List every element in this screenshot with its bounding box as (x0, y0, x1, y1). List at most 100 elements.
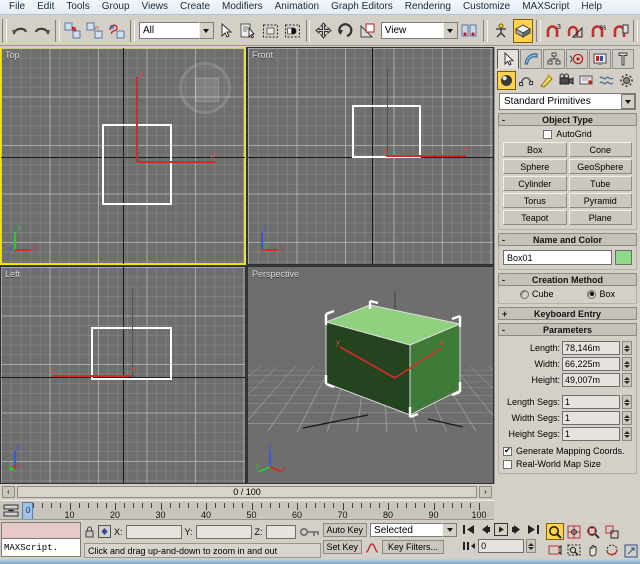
current-frame-input[interactable]: 0 (478, 539, 524, 553)
prev-frame-button[interactable]: ‹ (2, 486, 15, 498)
gizmo-y-axis[interactable] (136, 77, 138, 162)
gizmo-x-axis[interactable] (52, 375, 134, 377)
param-input-length-segs[interactable]: 1 (562, 395, 620, 409)
motion-tab[interactable] (566, 49, 588, 69)
menu-item-views[interactable]: Views (136, 0, 175, 14)
reference-coordinate-system[interactable]: View (381, 22, 443, 39)
lock-selection-icon[interactable] (84, 525, 95, 538)
viewport-perspective[interactable]: z y x Perspective (247, 266, 494, 484)
auto-key-button[interactable]: Auto Key (323, 523, 368, 537)
coord-z-input[interactable] (266, 525, 296, 539)
reference-coordinate-arrow[interactable] (443, 22, 458, 39)
cameras-icon[interactable] (557, 71, 576, 90)
radio-box[interactable] (587, 290, 596, 299)
viewcube-ghost-icon[interactable] (179, 62, 231, 114)
menu-item-help[interactable]: Help (575, 0, 608, 14)
object-button-sphere[interactable]: Sphere (503, 159, 567, 174)
object-button-cylinder[interactable]: Cylinder (503, 176, 567, 191)
gizmo-z-axis[interactable] (132, 289, 133, 377)
pan-icon[interactable] (584, 541, 602, 558)
autogrid-checkbox[interactable] (543, 130, 552, 139)
time-slider[interactable]: 0 (22, 502, 33, 520)
next-frame-button[interactable]: › (479, 486, 492, 498)
object-button-geosphere[interactable]: GeoSphere (569, 159, 633, 174)
snaps-toggle-3-icon[interactable]: 3 (544, 19, 564, 43)
selection-filter[interactable]: All (139, 22, 199, 39)
gizmo-z-axis[interactable] (387, 68, 388, 156)
zoom-extents-icon[interactable] (584, 523, 602, 540)
coord-y-input[interactable] (196, 525, 252, 539)
select-and-rotate-icon[interactable] (335, 19, 355, 43)
menu-item-graph-editors[interactable]: Graph Editors (325, 0, 399, 14)
select-and-manipulate-icon[interactable] (513, 19, 533, 43)
open-track-view-icon[interactable] (3, 504, 19, 518)
percent-snap-toggle-icon[interactable]: % (588, 19, 608, 43)
window-crossing-icon[interactable] (282, 19, 302, 43)
param-spinner-height[interactable] (622, 373, 632, 387)
gizmo-x-axis[interactable] (386, 155, 466, 157)
object-color-swatch[interactable] (615, 250, 632, 265)
param-input-height-segs[interactable]: 1 (562, 427, 620, 441)
viewport-front[interactable]: x y z Front z x y (247, 47, 494, 265)
zoom-all-icon[interactable] (565, 523, 583, 540)
undo-icon[interactable] (10, 19, 30, 43)
gizmo-x-axis[interactable] (137, 161, 215, 163)
lights-icon[interactable] (537, 71, 556, 90)
coord-x-input[interactable] (126, 525, 182, 539)
arc-rotate-icon[interactable] (603, 541, 621, 558)
rollout-parameters-header[interactable]: - Parameters (498, 323, 637, 336)
rollout-keyboard-entry-header[interactable]: + Keyboard Entry (498, 307, 637, 320)
param-input-length[interactable]: 78,146m (562, 341, 620, 355)
named-selection-sets-icon[interactable] (491, 19, 511, 43)
geometry-icon[interactable] (497, 71, 516, 90)
menu-item-customize[interactable]: Customize (457, 0, 516, 14)
frame-indicator[interactable]: 0 / 100 (17, 486, 477, 498)
zoom-icon[interactable] (546, 523, 564, 540)
create-tab[interactable] (497, 49, 519, 69)
rectangular-selection-region-icon[interactable] (260, 19, 280, 43)
menu-item-file[interactable]: File (3, 0, 31, 14)
generate-mapping-coords-checkbox[interactable]: ✔ (503, 447, 512, 456)
zoom-extents-all-icon[interactable] (603, 523, 621, 540)
menu-item-rendering[interactable]: Rendering (399, 0, 457, 14)
timeline-ruler[interactable]: 102030405060708090100 0 (0, 500, 494, 520)
category-dropdown-arrow[interactable] (621, 94, 635, 109)
helpers-icon[interactable] (577, 71, 596, 90)
select-and-scale-icon[interactable] (358, 19, 378, 43)
param-spinner-height-segs[interactable] (622, 427, 632, 441)
angle-snap-toggle-icon[interactable] (566, 19, 586, 43)
select-and-move-icon[interactable] (313, 19, 333, 43)
category-dropdown[interactable]: Standard Primitives (499, 93, 636, 110)
param-input-width[interactable]: 66,225m (562, 357, 620, 371)
rollout-name-and-color-header[interactable]: - Name and Color (498, 233, 637, 246)
utilities-tab[interactable] (612, 49, 634, 69)
modify-tab[interactable] (520, 49, 542, 69)
select-by-name-icon[interactable] (238, 19, 258, 43)
current-frame-spinner[interactable] (526, 539, 536, 553)
real-world-map-size-checkbox[interactable] (503, 460, 512, 469)
toolbar-grip[interactable] (2, 19, 7, 43)
zoom-region-icon[interactable] (565, 541, 583, 558)
shapes-icon[interactable] (517, 71, 536, 90)
hierarchy-tab[interactable] (543, 49, 565, 69)
use-pivot-point-center-icon[interactable] (460, 19, 480, 43)
goto-start-icon[interactable] (462, 523, 476, 536)
key-mode-dropdown[interactable]: Selected (370, 523, 442, 537)
next-frame-icon[interactable] (510, 523, 524, 536)
rollout-creation-method-header[interactable]: - Creation Method (498, 273, 637, 286)
object-button-torus[interactable]: Torus (503, 193, 567, 208)
radio-cube[interactable] (520, 290, 529, 299)
menu-item-modifiers[interactable]: Modifiers (216, 0, 269, 14)
goto-end-icon[interactable] (526, 523, 540, 536)
generate-mapping-coords-row[interactable]: ✔ Generate Mapping Coords. (503, 446, 632, 456)
display-tab[interactable] (589, 49, 611, 69)
maxscript-output-line[interactable]: MAXScript. (1, 539, 81, 557)
object-button-teapot[interactable]: Teapot (503, 210, 567, 225)
set-key-button[interactable]: Set Key (323, 540, 363, 554)
menu-item-group[interactable]: Group (96, 0, 136, 14)
animate-key-icon[interactable] (299, 526, 321, 538)
object-button-plane[interactable]: Plane (569, 210, 633, 225)
real-world-map-size-row[interactable]: Real-World Map Size (503, 459, 632, 469)
systems-icon[interactable] (617, 71, 636, 90)
field-of-view-icon[interactable] (546, 541, 564, 558)
